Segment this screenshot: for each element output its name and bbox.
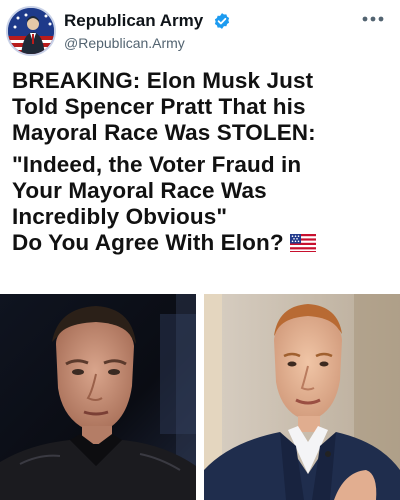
post-line: Mayoral Race Was STOLEN: (12, 120, 316, 145)
post-line-question: Do You Agree With Elon? (12, 230, 392, 256)
post-header: Republican Army @Republican.Army (0, 0, 400, 62)
post-line: Told Spencer Pratt That his (12, 94, 306, 119)
post-line: Incredibly Obvious" (12, 204, 228, 229)
more-options-icon[interactable] (362, 14, 384, 24)
portrait-man-leather-jacket (0, 294, 196, 500)
photo-divider (196, 294, 204, 500)
post-line: BREAKING: Elon Musk Just (12, 68, 314, 93)
us-flag-icon (289, 234, 316, 252)
portrait-man-blue-suit (204, 294, 400, 500)
display-name[interactable]: Republican Army (64, 11, 203, 31)
question-text: Do You Agree With Elon? (12, 230, 284, 255)
verified-badge-icon (214, 13, 229, 29)
avatar[interactable] (6, 6, 56, 56)
patriot-figure-avatar-icon (8, 8, 54, 54)
account-handle[interactable]: @Republican.Army (64, 35, 231, 51)
post-text: BREAKING: Elon Musk Just Told Spencer Pr… (12, 68, 392, 256)
post-line: Your Mayoral Race Was (12, 178, 267, 203)
post-line: "Indeed, the Voter Fraud in (12, 152, 302, 177)
account-names: Republican Army @Republican.Army (64, 11, 231, 51)
photo-right[interactable] (204, 294, 400, 500)
post-media[interactable] (0, 294, 400, 500)
photo-left[interactable] (0, 294, 196, 500)
